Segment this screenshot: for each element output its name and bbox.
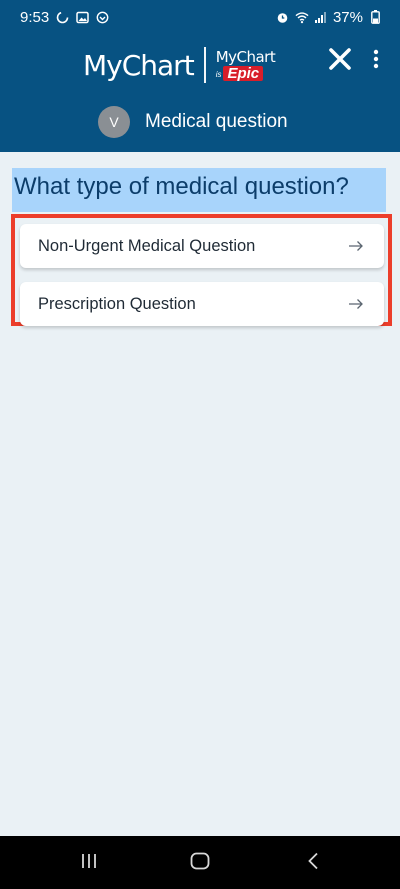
wifi-icon bbox=[295, 10, 309, 24]
status-right: 37% bbox=[276, 9, 382, 26]
option-non-urgent-medical-question[interactable]: Non-Urgent Medical Question bbox=[20, 224, 384, 268]
page-subtitle-row: V Medical question bbox=[98, 106, 288, 138]
brand-epic-badge: Epic bbox=[223, 65, 264, 81]
signal-icon bbox=[314, 10, 328, 24]
recent-apps-button[interactable] bbox=[74, 848, 104, 878]
question-heading: What type of medical question? bbox=[12, 168, 386, 212]
close-button[interactable] bbox=[325, 46, 355, 76]
brand-is-text: is bbox=[215, 69, 222, 79]
mychart-is-epic-logo: MyChart is Epic bbox=[215, 47, 276, 81]
status-bar: 9:53 37% bbox=[0, 0, 400, 34]
option-prescription-question[interactable]: Prescription Question bbox=[20, 282, 384, 326]
brand-mychart-wordmark: MyChart bbox=[83, 48, 195, 82]
options-highlight-box: Non-Urgent Medical Question Prescription… bbox=[11, 214, 392, 326]
brand-logo: MyChart MyChart is Epic bbox=[83, 42, 276, 88]
brand-epic-row: is Epic bbox=[215, 65, 276, 81]
more-vertical-icon bbox=[373, 49, 379, 74]
page-subtitle: Medical question bbox=[145, 111, 288, 132]
home-icon bbox=[190, 852, 210, 875]
app-header: MyChart MyChart is Epic V Medical questi… bbox=[0, 34, 400, 152]
notification-icon bbox=[95, 10, 109, 24]
alarm-icon bbox=[276, 10, 290, 24]
home-button[interactable] bbox=[185, 848, 215, 878]
status-left: 9:53 bbox=[20, 9, 109, 26]
arrow-right-icon bbox=[348, 240, 364, 252]
arrow-right-icon bbox=[348, 298, 364, 310]
brand-divider bbox=[203, 47, 206, 83]
more-options-button[interactable] bbox=[366, 46, 386, 76]
image-icon bbox=[75, 10, 89, 24]
battery-percent: 37% bbox=[332, 8, 363, 26]
brand-sub-wordmark: MyChart bbox=[215, 47, 276, 66]
back-button[interactable] bbox=[298, 848, 328, 878]
recent-apps-icon bbox=[80, 853, 98, 874]
close-icon bbox=[329, 47, 351, 75]
system-navigation-bar bbox=[0, 836, 400, 889]
option-label: Prescription Question bbox=[38, 294, 196, 313]
status-time: 9:53 bbox=[20, 8, 50, 26]
battery-icon bbox=[368, 10, 382, 24]
sync-icon bbox=[55, 10, 69, 24]
back-icon bbox=[307, 852, 319, 875]
option-label: Non-Urgent Medical Question bbox=[38, 236, 256, 255]
avatar: V bbox=[98, 106, 130, 138]
